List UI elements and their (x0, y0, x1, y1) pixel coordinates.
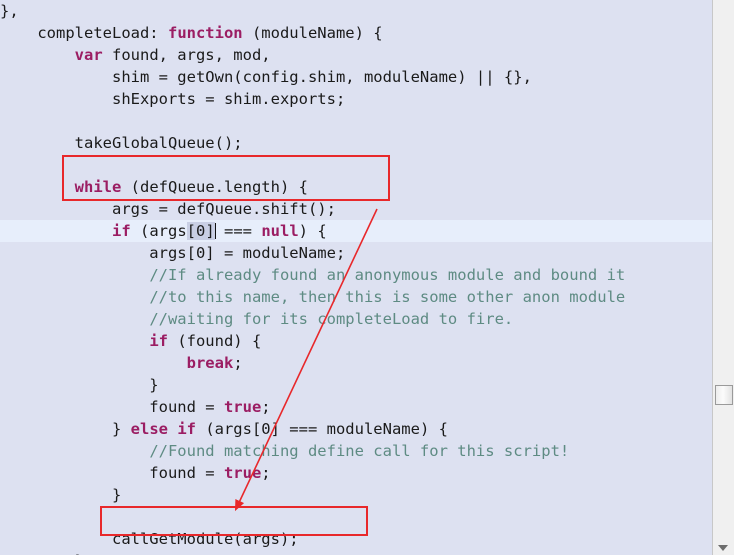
code-token: (found) { (167, 332, 262, 350)
code-token: break (186, 354, 234, 372)
scrollbar-thumb[interactable] (715, 385, 733, 405)
code-token: shExports = shim.exports; (0, 90, 346, 108)
code-line[interactable]: found = true; (0, 462, 712, 484)
code-line[interactable]: shExports = shim.exports; (0, 88, 712, 110)
code-token: (args[0] === moduleName) { (195, 420, 448, 438)
code-token: ) { (298, 222, 327, 240)
code-token: (defQueue.length) { (121, 178, 308, 196)
code-line[interactable]: var found, args, mod, (0, 44, 712, 66)
code-token: //to this name, then this is some other … (149, 288, 626, 306)
code-line[interactable]: takeGlobalQueue(); (0, 132, 712, 154)
scroll-down-arrow-icon[interactable] (718, 545, 728, 551)
code-line[interactable]: //If already found an anonymous module a… (0, 264, 712, 286)
code-line[interactable]: completeLoad: function (moduleName) { (0, 22, 712, 44)
code-line[interactable]: } else if (args[0] === moduleName) { (0, 418, 712, 440)
code-token: takeGlobalQueue(); (0, 134, 243, 152)
code-token: //Found matching define call for this sc… (149, 442, 570, 460)
code-token: else if (130, 420, 196, 438)
code-token: } (0, 420, 131, 438)
code-token: while (74, 178, 122, 196)
code-token: (args (130, 222, 187, 240)
code-line[interactable]: } (0, 484, 712, 506)
code-token: true (223, 398, 262, 416)
code-token: === (214, 222, 262, 240)
code-token: if (111, 222, 131, 240)
code-line[interactable]: args = defQueue.shift(); (0, 198, 712, 220)
code-line-current[interactable]: if (args[0] === null) { (0, 220, 712, 242)
code-line[interactable] (0, 154, 712, 176)
code-token: function (167, 24, 243, 42)
vertical-scrollbar[interactable] (712, 0, 734, 555)
code-editor-window: }, completeLoad: function (moduleName) {… (0, 0, 734, 555)
code-token: found = (0, 398, 224, 416)
code-line[interactable]: //to this name, then this is some other … (0, 286, 712, 308)
code-token: ; (261, 464, 271, 482)
code-line[interactable]: callGetModule(args); (0, 528, 712, 550)
code-token: } (0, 376, 159, 394)
code-token: null (261, 222, 299, 240)
code-token: ; (233, 354, 243, 372)
code-line[interactable]: if (found) { (0, 330, 712, 352)
code-token: args = defQueue.shift(); (0, 200, 336, 218)
code-line[interactable]: //waiting for its completeLoad to fire. (0, 308, 712, 330)
code-line[interactable]: break; (0, 352, 712, 374)
code-line[interactable]: while (defQueue.length) { (0, 176, 712, 198)
code-line[interactable]: args[0] = moduleName; (0, 242, 712, 264)
code-token: ; (261, 398, 271, 416)
code-token: shim = getOwn(config.shim, moduleName) |… (0, 68, 532, 86)
code-token: (moduleName) { (242, 24, 383, 42)
code-line[interactable] (0, 110, 712, 132)
code-token: //waiting for its completeLoad to fire. (149, 310, 514, 328)
code-token: callGetModule(args); (0, 530, 299, 548)
code-line[interactable] (0, 506, 712, 528)
code-token: true (223, 464, 262, 482)
code-token: var (74, 46, 103, 64)
code-token: args[0] = moduleName; (0, 244, 346, 262)
code-text-area[interactable]: }, completeLoad: function (moduleName) {… (0, 0, 712, 555)
code-line[interactable]: } (0, 550, 712, 555)
code-line[interactable]: }, (0, 0, 712, 22)
code-line[interactable]: found = true; (0, 396, 712, 418)
code-token: }, (0, 2, 19, 20)
code-token: found, args, mod, (102, 46, 271, 64)
code-line[interactable]: //Found matching define call for this sc… (0, 440, 712, 462)
code-token: found = (0, 464, 224, 482)
code-token: } (0, 486, 122, 504)
code-token: [0] (186, 222, 215, 240)
code-lines-container: }, completeLoad: function (moduleName) {… (0, 0, 712, 555)
code-line[interactable]: } (0, 374, 712, 396)
code-token: //If already found an anonymous module a… (149, 266, 626, 284)
code-token: completeLoad: (0, 24, 168, 42)
code-token: if (149, 332, 168, 350)
code-line[interactable]: shim = getOwn(config.shim, moduleName) |… (0, 66, 712, 88)
